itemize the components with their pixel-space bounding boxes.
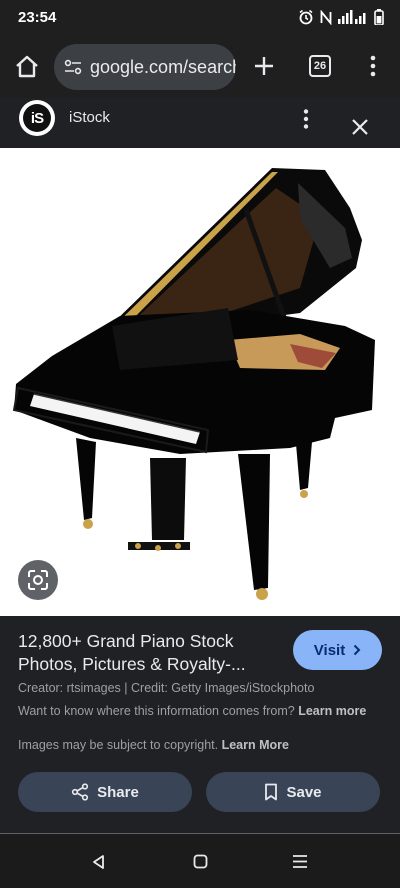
- nfc-icon: [320, 9, 332, 25]
- signal-icon: [338, 10, 366, 24]
- result-image[interactable]: [0, 148, 400, 616]
- site-logo-mark: iS: [23, 104, 51, 132]
- lens-icon: [28, 570, 48, 590]
- info-text: Want to know where this information come…: [18, 704, 295, 718]
- address-bar[interactable]: google.com/search: [54, 44, 236, 90]
- home-nav-icon[interactable]: [193, 854, 208, 869]
- tune-icon[interactable]: [64, 58, 82, 76]
- image-credit: Creator: rtsimages | Credit: Getty Image…: [18, 681, 315, 695]
- alarm-icon: [299, 9, 313, 25]
- copyright-line: Images may be subject to copyright. Lear…: [18, 738, 382, 752]
- site-name: iStock: [69, 109, 110, 126]
- chevron-right-icon: [353, 644, 361, 656]
- learn-more-link[interactable]: Learn more: [298, 704, 366, 718]
- status-icons: [298, 9, 384, 25]
- image-result-panel: iS iStock 12,800+ Grand Piano Stock Phot…: [0, 98, 400, 833]
- copyright-learn-more-link[interactable]: Learn More: [222, 738, 289, 752]
- visit-button[interactable]: Visit: [293, 630, 382, 670]
- back-icon[interactable]: [91, 854, 105, 870]
- battery-icon: [374, 9, 384, 25]
- plus-icon[interactable]: [252, 54, 276, 78]
- tab-switcher-button[interactable]: 26: [309, 55, 331, 77]
- visit-label: Visit: [313, 641, 346, 659]
- url-text[interactable]: google.com/search: [90, 57, 236, 78]
- share-button[interactable]: Share: [18, 772, 192, 812]
- lens-button[interactable]: [18, 560, 58, 600]
- info-line: Want to know where this information come…: [18, 702, 382, 720]
- status-time: 23:54: [18, 8, 57, 26]
- site-logo: iS: [19, 100, 55, 136]
- share-icon: [72, 783, 89, 801]
- save-button[interactable]: Save: [206, 772, 380, 812]
- recents-icon[interactable]: [292, 854, 308, 869]
- home-icon[interactable]: [14, 54, 40, 80]
- result-title[interactable]: 12,800+ Grand Piano Stock Photos, Pictur…: [18, 630, 278, 676]
- panel-header: iS iStock: [0, 98, 400, 148]
- status-bar: 23:54: [0, 0, 400, 34]
- share-label: Share: [97, 783, 139, 801]
- save-label: Save: [286, 783, 322, 801]
- bookmark-icon: [265, 783, 278, 801]
- browser-toolbar: google.com/search 26: [0, 34, 400, 98]
- copyright-text: Images may be subject to copyright.: [18, 738, 219, 752]
- more-vert-icon[interactable]: [368, 54, 378, 78]
- grand-piano-image: [12, 168, 375, 600]
- close-icon[interactable]: [350, 117, 370, 137]
- system-nav-bar: [0, 834, 400, 888]
- more-vert-icon[interactable]: [301, 108, 311, 130]
